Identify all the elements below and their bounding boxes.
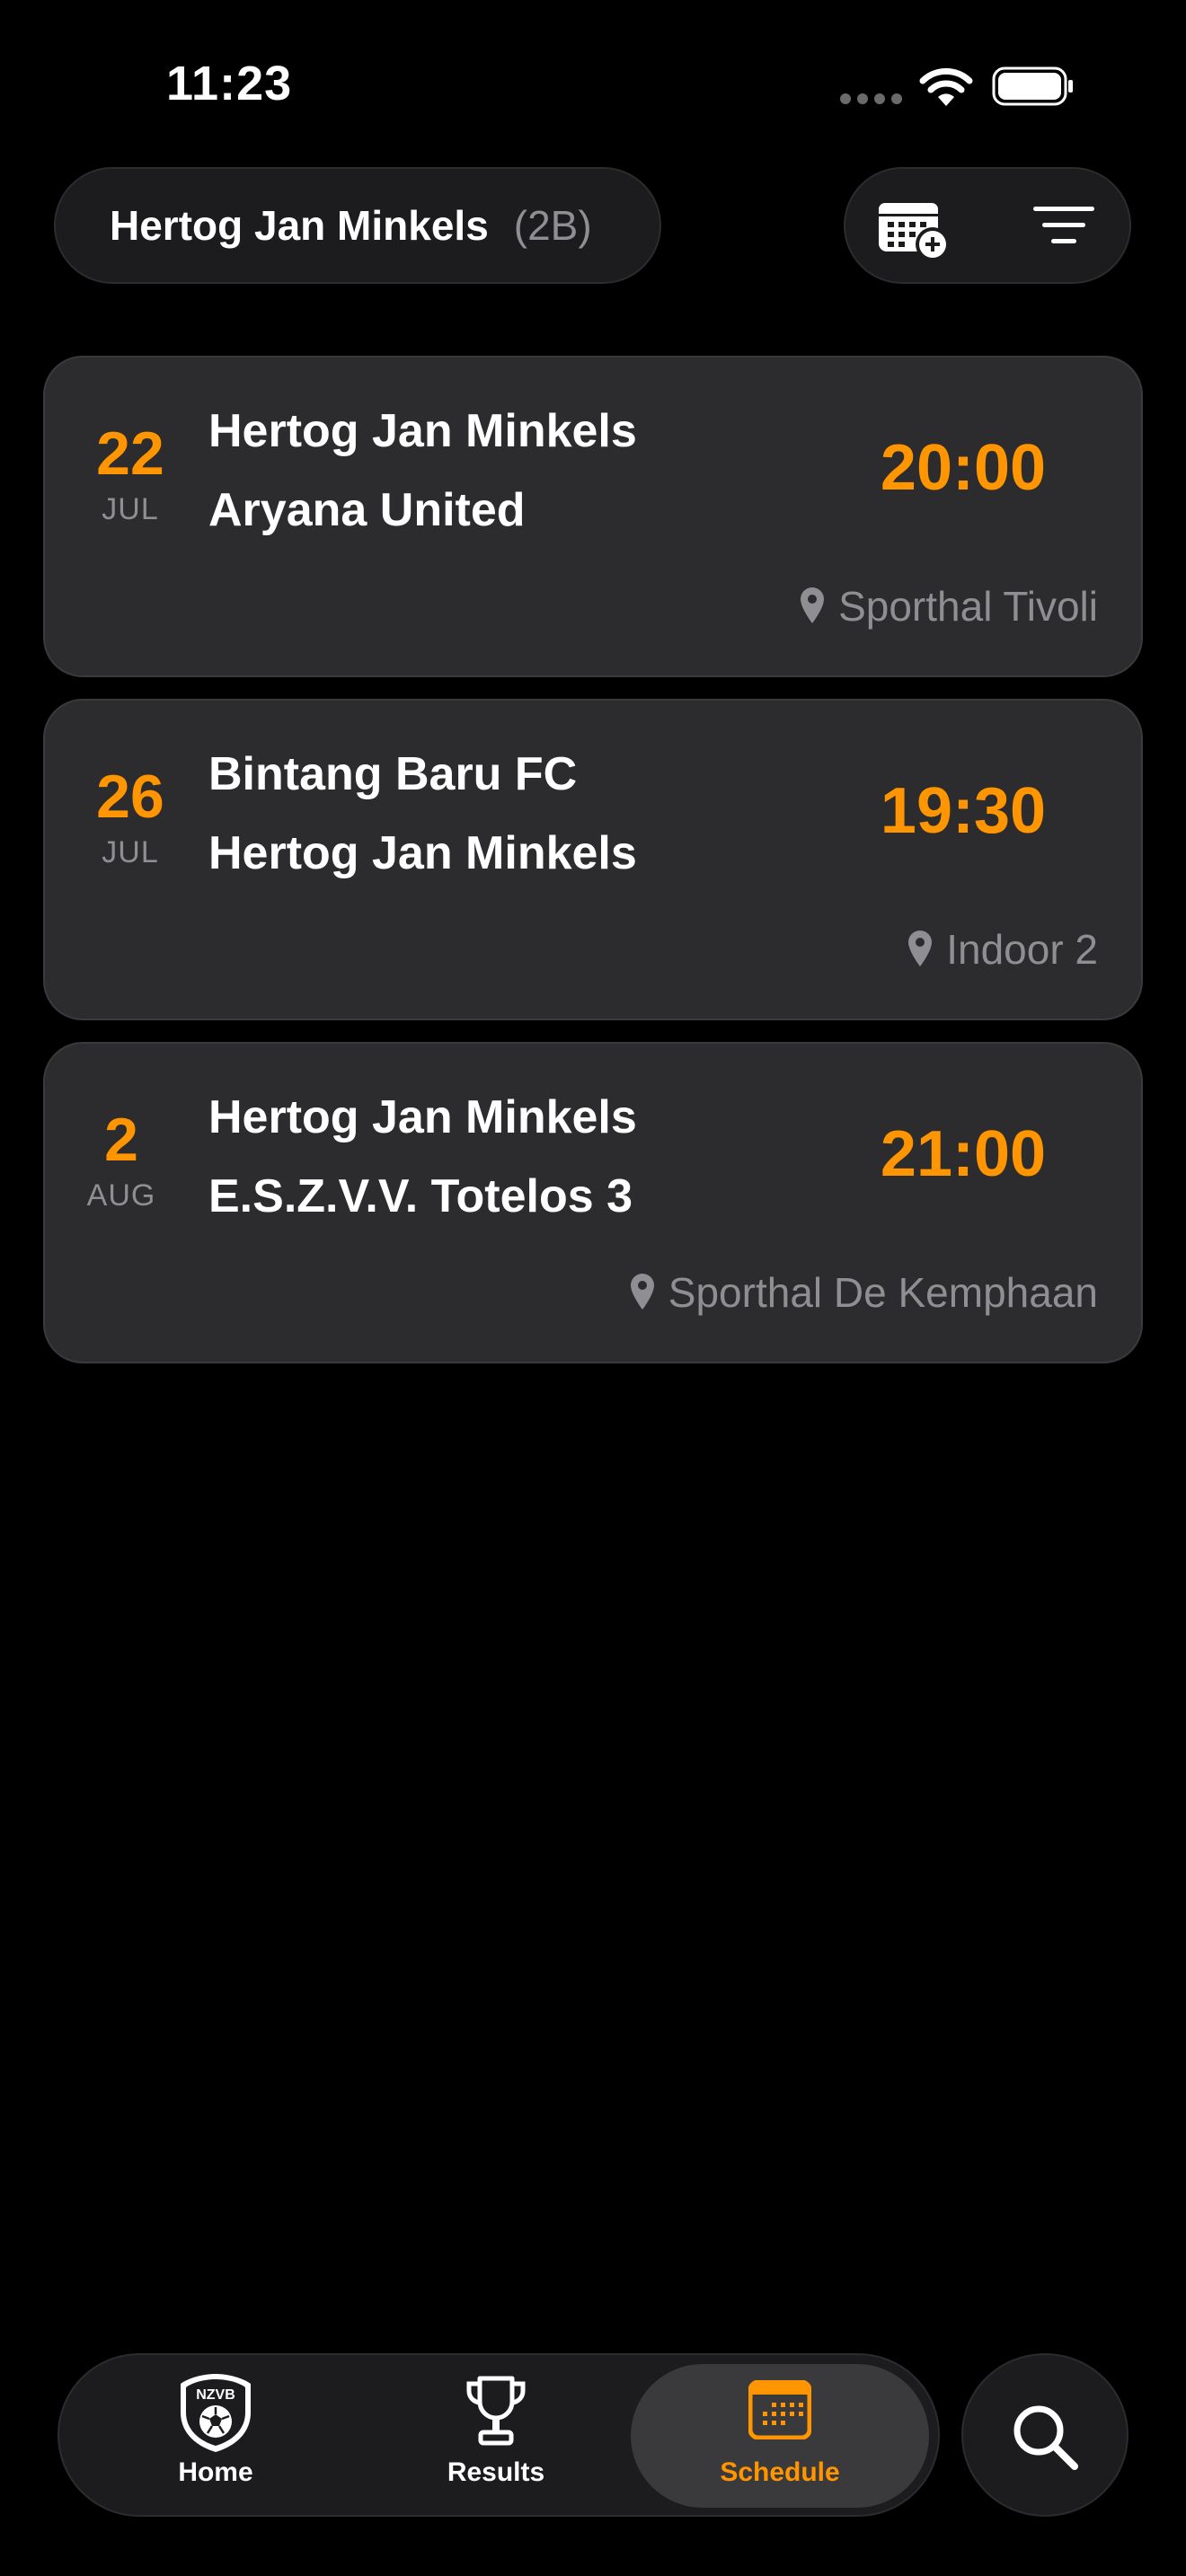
search-icon xyxy=(1013,2405,1078,2470)
kickoff-time: 21:00 xyxy=(880,1118,1047,1190)
home-team: Hertog Jan Minkels xyxy=(208,1091,637,1143)
cellular-signal-icon xyxy=(840,93,902,104)
match-month: JUL xyxy=(102,835,159,869)
venue-name: Sporthal De Kemphaan xyxy=(668,1269,1098,1316)
kickoff-time: 19:30 xyxy=(880,775,1047,847)
kickoff-time: 20:00 xyxy=(880,432,1047,504)
match-day: 2 xyxy=(104,1106,138,1174)
away-team: Aryana United xyxy=(208,484,526,536)
team-division: (2B) xyxy=(513,202,592,249)
filter-icon[interactable] xyxy=(1031,203,1096,248)
calendar-add-icon[interactable] xyxy=(877,198,951,262)
venue: Sporthal Tivoli xyxy=(799,582,1098,631)
status-time: 11:23 xyxy=(166,57,293,110)
venue-name: Indoor 2 xyxy=(946,926,1098,973)
logo-text: NZVB xyxy=(196,2387,235,2403)
match-card[interactable]: 22 JUL Hertog Jan Minkels Aryana United … xyxy=(43,356,1143,677)
home-team: Bintang Baru FC xyxy=(208,748,578,800)
tab-home[interactable]: NZVB Home xyxy=(81,2369,350,2504)
home-team: Hertog Jan Minkels xyxy=(208,405,637,457)
trophy-icon xyxy=(466,2376,526,2446)
match-card[interactable]: 26 JUL Bintang Baru FC Hertog Jan Minkel… xyxy=(43,699,1143,1020)
venue: Sporthal De Kemphaan xyxy=(629,1268,1098,1317)
away-team: E.S.Z.V.V. Totelos 3 xyxy=(208,1170,633,1222)
location-pin-icon xyxy=(630,1274,654,1310)
calendar-icon xyxy=(748,2380,811,2439)
venue: Indoor 2 xyxy=(907,925,1098,974)
wifi-icon xyxy=(919,67,973,106)
location-pin-icon xyxy=(801,587,825,623)
venue-name: Sporthal Tivoli xyxy=(838,583,1098,630)
tab-home-label: Home xyxy=(178,2457,253,2487)
nzvb-logo-icon: NZVB xyxy=(181,2374,251,2452)
tab-schedule[interactable]: Schedule xyxy=(645,2369,915,2504)
match-card[interactable]: 2 AUG Hertog Jan Minkels E.S.Z.V.V. Tote… xyxy=(43,1042,1143,1363)
away-team: Hertog Jan Minkels xyxy=(208,827,637,879)
team-selector-button[interactable]: Hertog Jan Minkels (2B) xyxy=(54,167,661,284)
match-month: AUG xyxy=(86,1178,156,1213)
battery-icon xyxy=(992,66,1073,106)
match-day: 26 xyxy=(96,763,164,831)
tab-results[interactable]: Results xyxy=(361,2369,631,2504)
team-name: Hertog Jan Minkels xyxy=(110,202,489,249)
tab-schedule-label: Schedule xyxy=(720,2457,840,2487)
match-day: 22 xyxy=(96,419,164,488)
match-month: JUL xyxy=(102,492,159,526)
tab-results-label: Results xyxy=(447,2457,545,2487)
location-pin-icon xyxy=(908,931,933,966)
